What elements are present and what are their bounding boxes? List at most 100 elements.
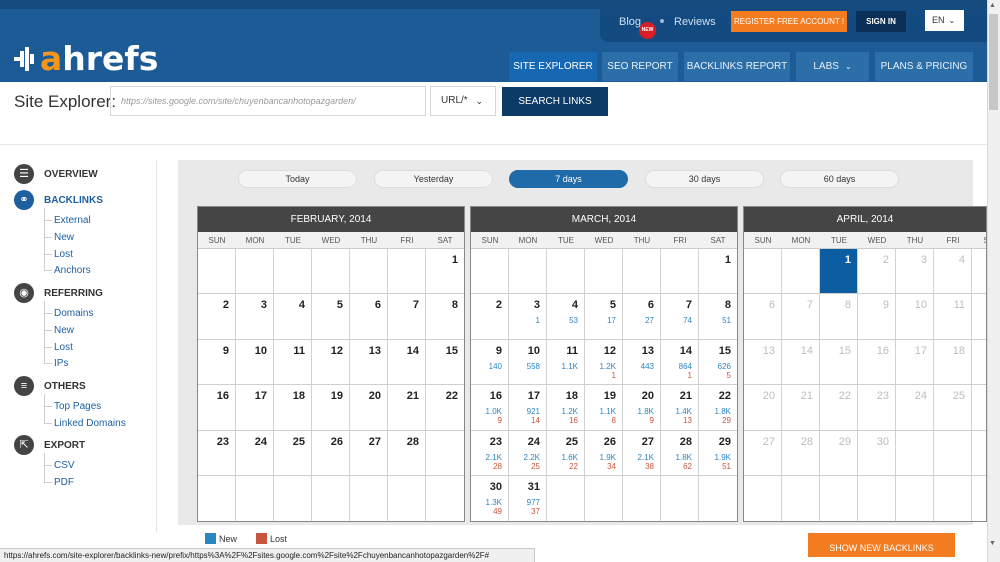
lost-backlinks-count[interactable]: 16 (569, 416, 578, 425)
calendar-day[interactable]: 26 1.9K 34 (585, 430, 623, 475)
calendar-day[interactable]: 4 (274, 294, 312, 339)
new-backlinks-count[interactable]: 443 (641, 362, 654, 371)
calendar-day[interactable]: 23 (858, 385, 896, 430)
calendar-day[interactable]: 24 2.2K 25 (509, 430, 547, 475)
sidebar-item-anchors[interactable]: Anchors (54, 265, 91, 276)
calendar-day[interactable]: 16 (858, 339, 896, 385)
search-links-button[interactable]: SEARCH LINKS (502, 87, 608, 116)
sidebar-item-new-domains[interactable]: New (54, 325, 74, 336)
new-backlinks-count[interactable]: 1.9K (715, 453, 731, 462)
calendar-day[interactable]: 2 (471, 294, 509, 339)
new-backlinks-count[interactable]: 1.8K (676, 453, 692, 462)
calendar-day[interactable]: 14 (388, 339, 426, 385)
calendar-day[interactable]: 22 (426, 385, 464, 429)
new-backlinks-count[interactable]: 51 (722, 316, 731, 325)
calendar-day[interactable]: 6 27 (623, 294, 661, 339)
calendar-day[interactable]: 19 (312, 385, 350, 430)
new-backlinks-count[interactable]: 2.1K (486, 453, 502, 462)
new-backlinks-count[interactable]: 1.6K (562, 453, 578, 462)
calendar-day[interactable]: 17 921 14 (509, 385, 547, 430)
calendar-day[interactable]: 14 864 1 (661, 339, 699, 385)
calendar-day[interactable]: 22 (820, 385, 858, 430)
calendar-day[interactable]: 10 558 (509, 339, 547, 385)
tab-labs[interactable]: LABS ⌄ (796, 52, 869, 81)
sidebar-item-export[interactable]: EXPORT (44, 440, 85, 451)
tab-plans-pricing[interactable]: PLANS & PRICING (875, 52, 973, 81)
new-backlinks-count[interactable]: 2.2K (524, 453, 540, 462)
sidebar-item-others[interactable]: OTHERS (44, 381, 86, 392)
calendar-day[interactable]: 8 (820, 294, 858, 339)
calendar-day[interactable]: 17 (236, 385, 274, 430)
sidebar-item-csv[interactable]: CSV (54, 460, 75, 471)
calendar-day[interactable]: 16 (198, 385, 236, 430)
scrollbar-thumb[interactable] (989, 14, 998, 110)
calendar-day[interactable]: 13 (350, 339, 388, 385)
calendar-day[interactable]: 9 (858, 294, 896, 339)
mode-select[interactable]: URL/* ⌄ (430, 86, 496, 116)
calendar-day[interactable]: 4 53 (547, 294, 585, 339)
calendar-day[interactable]: 20 (350, 385, 388, 430)
calendar-day[interactable]: 1 (820, 249, 858, 294)
new-backlinks-count[interactable]: 2.1K (638, 453, 654, 462)
calendar-day[interactable]: 1 (699, 249, 737, 293)
new-backlinks-count[interactable]: 921 (527, 407, 540, 416)
calendar-day[interactable]: 18 1.2K 16 (547, 385, 585, 430)
show-new-backlinks-button[interactable]: SHOW NEW BACKLINKS (808, 533, 955, 557)
sidebar-item-referring[interactable]: REFERRING (44, 288, 103, 299)
sidebar-item-lost-domains[interactable]: Lost (54, 342, 73, 353)
blog-link[interactable]: Blog (619, 16, 641, 28)
lost-backlinks-count[interactable]: 51 (722, 462, 731, 471)
calendar-day[interactable]: 22 1.8K 29 (699, 385, 737, 429)
calendar-day[interactable]: 31 (509, 294, 547, 339)
lost-backlinks-count[interactable]: 1 (688, 371, 692, 380)
lost-backlinks-count[interactable]: 34 (607, 462, 616, 471)
period-30-days[interactable]: 30 days (645, 170, 764, 188)
calendar-day[interactable]: 11 (274, 339, 312, 385)
new-backlinks-count[interactable]: 626 (718, 362, 731, 371)
new-backlinks-count[interactable]: 1.1K (600, 407, 616, 416)
sidebar-item-backlinks[interactable]: BACKLINKS (44, 195, 103, 206)
scroll-down-icon[interactable]: ▼ (989, 540, 996, 547)
new-backlinks-count[interactable]: 1.9K (600, 453, 616, 462)
calendar-day[interactable]: 18 (274, 385, 312, 430)
sign-in-button[interactable]: SIGN IN (856, 11, 906, 32)
lost-backlinks-count[interactable]: 1 (612, 371, 616, 380)
lost-backlinks-count[interactable]: 22 (569, 462, 578, 471)
lost-backlinks-count[interactable]: 9 (498, 416, 502, 425)
calendar-day[interactable]: 24 (896, 385, 934, 430)
new-backlinks-count[interactable]: 1.0K (486, 407, 502, 416)
calendar-day[interactable]: 3 (896, 249, 934, 294)
calendar-day[interactable]: 30 1.3K 49 (471, 475, 509, 521)
lost-backlinks-count[interactable]: 37 (531, 507, 540, 516)
calendar-day[interactable]: 16 1.0K 9 (471, 385, 509, 430)
calendar-day[interactable]: 29 1.9K 51 (699, 431, 737, 475)
calendar-day[interactable]: 20 (744, 385, 782, 430)
calendar-day[interactable]: 2 (198, 294, 236, 339)
sidebar-item-top-pages[interactable]: Top Pages (54, 401, 101, 412)
calendar-day[interactable]: 29 (820, 430, 858, 475)
sidebar-item-new-backlinks[interactable]: New (54, 232, 74, 243)
lost-backlinks-count[interactable]: 14 (531, 416, 540, 425)
calendar-day[interactable]: 28 (388, 430, 426, 475)
calendar-day[interactable]: 3 (236, 294, 274, 339)
period-today[interactable]: Today (238, 170, 357, 188)
calendar-day[interactable]: 7 74 (661, 294, 699, 339)
period-7-days[interactable]: 7 days (509, 170, 628, 188)
calendar-day[interactable]: 13 443 (623, 339, 661, 385)
calendar-day[interactable]: 19 (972, 340, 986, 384)
calendar-day[interactable]: 30 (858, 430, 896, 475)
calendar-day[interactable]: 27 (744, 430, 782, 475)
calendar-day[interactable]: 12 (972, 294, 986, 338)
calendar-day[interactable]: 11 1.1K (547, 339, 585, 385)
calendar-day[interactable]: 8 (426, 294, 464, 338)
sidebar-item-linked-domains[interactable]: Linked Domains (54, 418, 126, 429)
calendar-day[interactable]: 8 51 (699, 294, 737, 338)
calendar-day[interactable]: 25 1.6K 22 (547, 430, 585, 475)
calendar-day[interactable]: 9 (198, 339, 236, 385)
calendar-day[interactable]: 10 (236, 339, 274, 385)
new-backlinks-count[interactable]: 1 (536, 316, 540, 325)
new-backlinks-count[interactable]: 864 (679, 362, 692, 371)
new-backlinks-count[interactable]: 977 (527, 498, 540, 507)
new-backlinks-count[interactable]: 1.2K (600, 362, 616, 371)
calendar-day[interactable]: 7 (782, 294, 820, 339)
